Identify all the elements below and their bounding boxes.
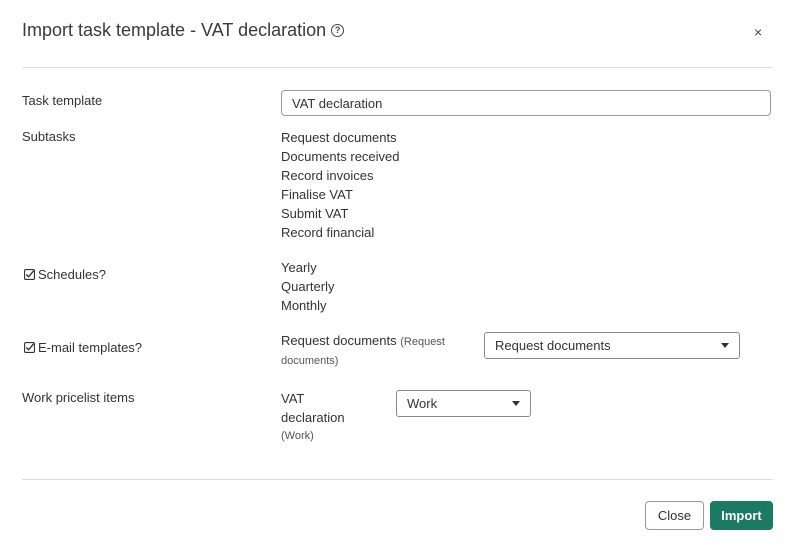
subtask-item: Record financial [281, 225, 375, 240]
close-icon[interactable]: × [754, 24, 762, 40]
subtask-item: Request documents [281, 130, 397, 145]
email-template-detail: (Request [400, 336, 445, 348]
task-template-label: Task template [22, 93, 103, 108]
work-pricelist-label: Work pricelist items [22, 390, 135, 405]
schedules-label-text: Schedules? [38, 267, 106, 282]
task-template-input[interactable] [281, 90, 771, 116]
work-item-detail: (Work) [281, 430, 314, 442]
schedule-item: Monthly [281, 298, 327, 313]
checkbox-checked-icon[interactable] [24, 269, 35, 280]
import-button[interactable]: Import [710, 501, 773, 530]
schedules-list: Yearly Quarterly Monthly [281, 258, 334, 315]
work-pricelist-item: VAT declaration (Work) [281, 389, 345, 446]
subtask-item: Finalise VAT [281, 187, 353, 202]
dialog-title-text: Import task template - VAT declaration [22, 20, 327, 40]
email-templates-label-text: E-mail templates? [38, 340, 143, 355]
dialog-title: Import task template - VAT declaration ? [22, 20, 345, 41]
subtasks-label: Subtasks [22, 129, 76, 144]
schedules-label: Schedules? [24, 267, 106, 282]
work-pricelist-select[interactable]: Work [396, 390, 531, 417]
close-button[interactable]: Close [645, 501, 704, 530]
email-template-name: Request documents [281, 333, 397, 348]
help-icon[interactable]: ? [331, 24, 345, 37]
email-templates-label: E-mail templates? [24, 340, 142, 355]
subtask-item: Documents received [281, 149, 400, 164]
schedule-item: Quarterly [281, 279, 335, 294]
header-divider [22, 67, 773, 68]
subtasks-list: Request documents Documents received Rec… [281, 128, 400, 242]
chevron-down-icon [721, 343, 729, 348]
subtask-item: Submit VAT [281, 206, 349, 221]
email-template-detail-2: documents) [281, 355, 339, 367]
email-template-select[interactable]: Request documents [484, 332, 740, 359]
work-item-name: VAT [281, 391, 305, 406]
chevron-down-icon [512, 401, 520, 406]
email-template-item: Request documents (Request documents) [281, 331, 461, 371]
subtask-item: Record invoices [281, 168, 374, 183]
checkbox-checked-icon[interactable] [24, 342, 35, 353]
schedule-item: Yearly [281, 260, 317, 275]
email-template-select-value: Request documents [495, 338, 611, 353]
footer-divider [22, 479, 773, 480]
work-item-name-2: declaration [281, 410, 345, 425]
work-pricelist-select-value: Work [407, 396, 438, 411]
